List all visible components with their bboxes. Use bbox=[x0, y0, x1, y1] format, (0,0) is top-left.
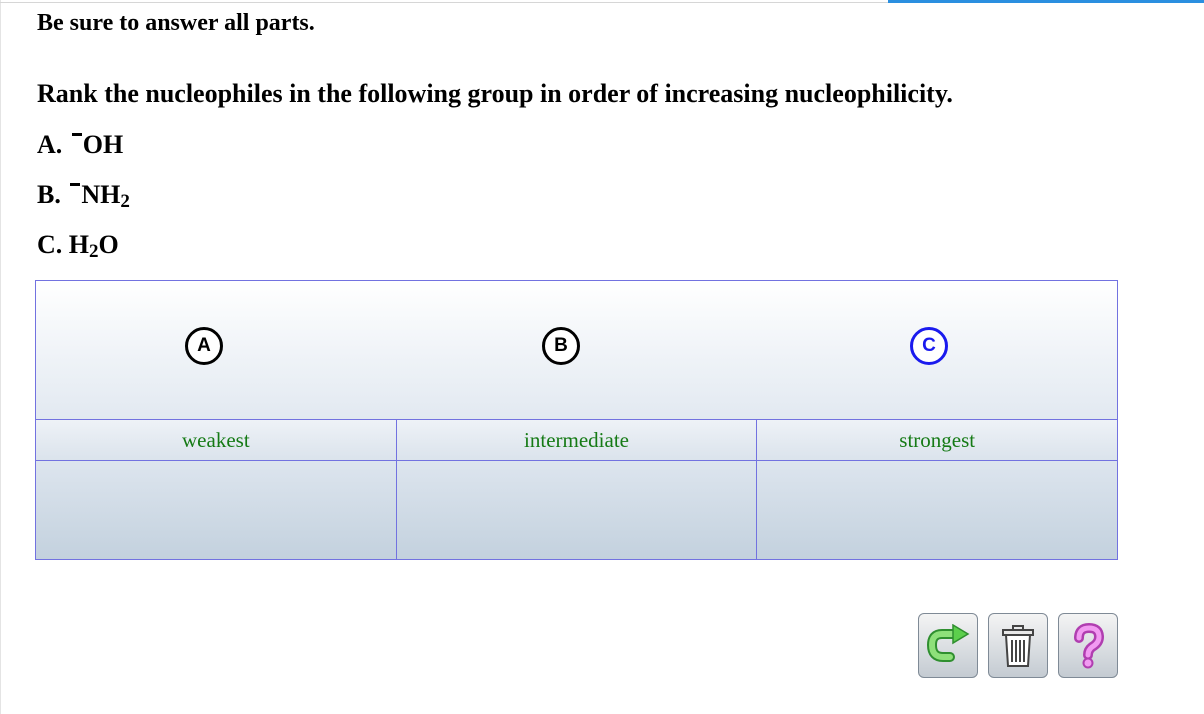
option-c-label: C. H bbox=[37, 230, 89, 259]
option-a-formula: OH bbox=[71, 130, 124, 159]
top-accent-bar bbox=[888, 0, 1204, 3]
option-c-subscript: 2 bbox=[89, 241, 99, 262]
token-pool[interactable]: A B C bbox=[36, 281, 1117, 420]
drop-zone-strongest[interactable] bbox=[757, 461, 1118, 559]
rank-label-row: weakest intermediate strongest bbox=[36, 420, 1117, 461]
rank-label-weakest: weakest bbox=[36, 420, 397, 460]
ranking-widget: A B C weakest intermediate strongest bbox=[35, 280, 1118, 560]
drop-zone-intermediate[interactable] bbox=[396, 461, 758, 559]
reset-button[interactable] bbox=[918, 613, 978, 678]
option-b-formula-main: NH bbox=[81, 180, 121, 209]
option-a-label: A. bbox=[37, 130, 63, 159]
rank-label-strongest: strongest bbox=[899, 427, 976, 452]
option-c-formula-tail: O bbox=[98, 230, 119, 259]
token-b[interactable]: B bbox=[542, 327, 580, 365]
instructions: Be sure to answer all parts. bbox=[37, 10, 315, 36]
option-c: C. H2O bbox=[37, 230, 119, 262]
top-divider bbox=[0, 2, 888, 3]
help-icon bbox=[1074, 622, 1105, 668]
question-text: Rank the nucleophiles in the following g… bbox=[37, 79, 953, 108]
option-b-label: B. bbox=[37, 180, 61, 209]
trash-icon bbox=[1002, 624, 1034, 667]
left-border bbox=[0, 0, 1, 714]
option-b-subscript: 2 bbox=[120, 191, 130, 212]
help-button[interactable] bbox=[1058, 613, 1118, 678]
drop-zone-row bbox=[36, 461, 1118, 559]
token-c[interactable]: C bbox=[910, 327, 948, 365]
drop-zone-weakest[interactable] bbox=[36, 461, 397, 559]
option-b-formula: NH2 bbox=[70, 180, 130, 212]
token-a[interactable]: A bbox=[185, 327, 223, 365]
reset-icon bbox=[926, 623, 970, 662]
delete-button[interactable] bbox=[988, 613, 1048, 678]
option-b: B. NH2 bbox=[37, 180, 130, 212]
option-a: A. OH bbox=[37, 130, 123, 160]
rank-label-intermediate: intermediate bbox=[397, 420, 758, 460]
